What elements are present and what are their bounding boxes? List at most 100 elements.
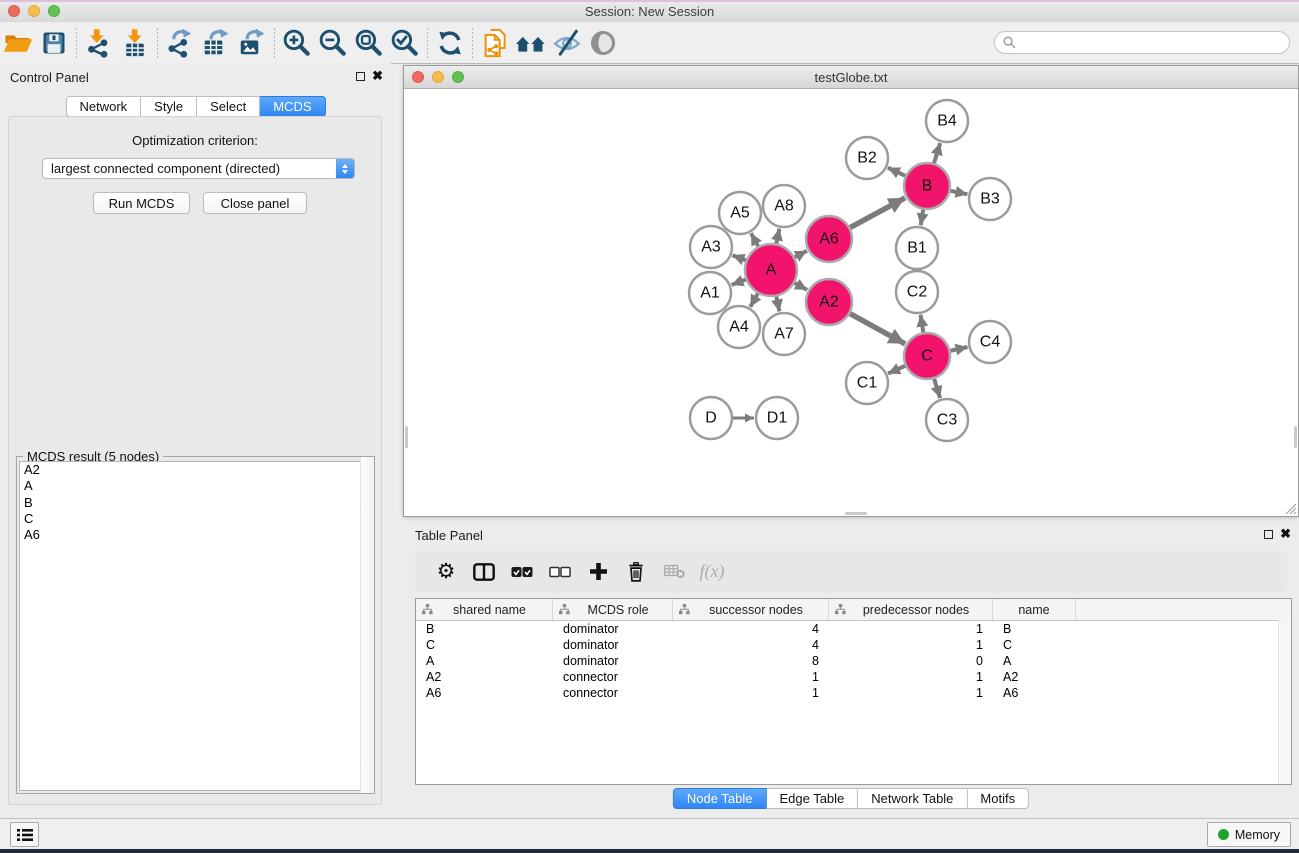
- delete-column-icon[interactable]: [617, 555, 655, 589]
- split-view-icon[interactable]: [465, 555, 503, 589]
- close-panel-icon[interactable]: ✖: [372, 68, 383, 83]
- open-file-icon[interactable]: [0, 26, 36, 60]
- node-label-A2: A2: [819, 294, 839, 311]
- node-label-C4: C4: [980, 334, 1001, 351]
- tab-network[interactable]: Network: [65, 96, 141, 117]
- control-panel-title: Control Panel: [10, 70, 89, 85]
- memory-button[interactable]: Memory: [1207, 822, 1291, 847]
- cell: dominator: [553, 622, 673, 636]
- table-settings-icon[interactable]: ⚙: [427, 555, 465, 589]
- task-history-button[interactable]: [10, 822, 39, 847]
- cell: B: [993, 622, 1076, 636]
- status-bar: Memory: [0, 818, 1299, 849]
- mcds-tab-content: Optimization criterion: largest connecte…: [8, 116, 382, 805]
- network-view-window: testGlobe.txt B4B2BB3A8A5A6A3B1AA1C2A2A4…: [403, 65, 1299, 517]
- table-panel-title: Table Panel: [415, 528, 483, 543]
- result-item-a[interactable]: A: [20, 478, 371, 494]
- table-scrollbar[interactable]: [1278, 620, 1291, 784]
- control-panel-tabs: NetworkStyleSelectMCDS: [65, 96, 325, 117]
- run-mcds-button[interactable]: Run MCDS: [93, 192, 190, 214]
- import-network-icon[interactable]: [81, 26, 117, 60]
- tab-motifs[interactable]: Motifs: [967, 788, 1029, 809]
- save-session-icon[interactable]: [36, 26, 72, 60]
- select-all-rows-icon[interactable]: [503, 555, 541, 589]
- node-label-B1: B1: [907, 240, 927, 257]
- create-network-view-icon[interactable]: [477, 26, 513, 60]
- hide-graphics-details-icon[interactable]: [549, 26, 585, 60]
- network-home-icon[interactable]: [513, 26, 549, 60]
- function-builder-icon[interactable]: f(x): [693, 555, 731, 589]
- search-box[interactable]: [994, 31, 1290, 54]
- node-label-A4: A4: [729, 319, 749, 336]
- left-scroll-indicator[interactable]: [405, 426, 408, 448]
- cell: A6: [416, 686, 553, 700]
- table-row-c[interactable]: Cdominator41C: [416, 637, 1291, 653]
- result-item-c[interactable]: C: [20, 511, 371, 527]
- column-header-MCDS-role[interactable]: MCDS role: [553, 599, 673, 620]
- criterion-dropdown[interactable]: largest connected component (directed): [42, 158, 355, 179]
- deselect-all-rows-icon[interactable]: [541, 555, 579, 589]
- tab-style[interactable]: Style: [141, 96, 197, 117]
- export-network-icon[interactable]: [162, 26, 198, 60]
- node-label-C1: C1: [857, 375, 878, 392]
- table-row-b[interactable]: Bdominator41B: [416, 621, 1291, 637]
- node-label-C: C: [921, 348, 933, 365]
- right-scroll-indicator[interactable]: [1294, 426, 1297, 448]
- result-item-b[interactable]: B: [20, 495, 371, 511]
- network-graph-canvas[interactable]: B4B2BB3A8A5A6A3B1AA1C2A2A4A7C4CC1C3DD1: [404, 88, 1298, 516]
- delete-table-icon[interactable]: [655, 555, 693, 589]
- mcds-result-list[interactable]: A2ABCA6: [19, 461, 372, 791]
- cell: A6: [993, 686, 1076, 700]
- table-row-a6[interactable]: A6connector11A6: [416, 685, 1291, 701]
- cell: 1: [673, 686, 829, 700]
- memory-status-icon: [1218, 829, 1229, 840]
- cell: 1: [673, 670, 829, 684]
- refresh-view-icon[interactable]: [432, 26, 468, 60]
- result-item-a2[interactable]: A2: [20, 462, 371, 478]
- toolbar-separator: [472, 28, 473, 58]
- float-table-panel-icon[interactable]: [1264, 530, 1273, 539]
- zoom-in-icon[interactable]: [279, 26, 315, 60]
- close-table-panel-icon[interactable]: ✖: [1280, 526, 1291, 541]
- zoom-fit-icon[interactable]: [351, 26, 387, 60]
- float-panel-icon[interactable]: [356, 72, 365, 81]
- resize-grip-icon[interactable]: [1283, 501, 1297, 515]
- add-column-icon[interactable]: [579, 555, 617, 589]
- memory-label: Memory: [1235, 828, 1280, 842]
- tab-select[interactable]: Select: [197, 96, 260, 117]
- column-header-predecessor-nodes[interactable]: predecessor nodes: [829, 599, 993, 620]
- column-tree-icon: [835, 604, 846, 615]
- close-panel-button[interactable]: Close panel: [203, 192, 307, 214]
- table-row-a[interactable]: Adominator80A: [416, 653, 1291, 669]
- cell: 4: [673, 638, 829, 652]
- node-label-A: A: [766, 262, 777, 279]
- column-tree-icon: [559, 604, 570, 615]
- node-label-B: B: [922, 178, 933, 195]
- result-list-scrollbar[interactable]: [360, 457, 374, 793]
- bottom-scroll-indicator[interactable]: [845, 512, 867, 515]
- column-tree-icon: [679, 604, 690, 615]
- column-header-name[interactable]: name: [993, 599, 1076, 620]
- node-label-C3: C3: [937, 412, 958, 429]
- column-header-successor-nodes[interactable]: successor nodes: [673, 599, 829, 620]
- import-table-icon[interactable]: [117, 26, 153, 60]
- export-table-icon[interactable]: [198, 26, 234, 60]
- export-image-icon[interactable]: [234, 26, 270, 60]
- result-item-a6[interactable]: A6: [20, 527, 371, 543]
- tab-mcds[interactable]: MCDS: [260, 96, 325, 117]
- toolbar-separator: [427, 28, 428, 58]
- table-toolbar: ⚙: [415, 551, 1287, 592]
- tab-edge-table[interactable]: Edge Table: [766, 788, 858, 809]
- column-header-shared-name[interactable]: shared name: [416, 599, 553, 620]
- table-row-a2[interactable]: A2connector11A2: [416, 669, 1291, 685]
- zoom-out-icon[interactable]: [315, 26, 351, 60]
- tab-network-table[interactable]: Network Table: [858, 788, 967, 809]
- criterion-dropdown-value: largest connected component (directed): [43, 161, 336, 176]
- node-label-B4: B4: [937, 113, 957, 130]
- desktop-edge: [0, 849, 1299, 853]
- birds-eye-view-icon[interactable]: [585, 26, 621, 60]
- tab-node-table[interactable]: Node Table: [673, 788, 767, 809]
- network-window-titlebar: testGlobe.txt: [404, 66, 1298, 89]
- search-input[interactable]: [1021, 34, 1281, 51]
- zoom-selected-icon[interactable]: [387, 26, 423, 60]
